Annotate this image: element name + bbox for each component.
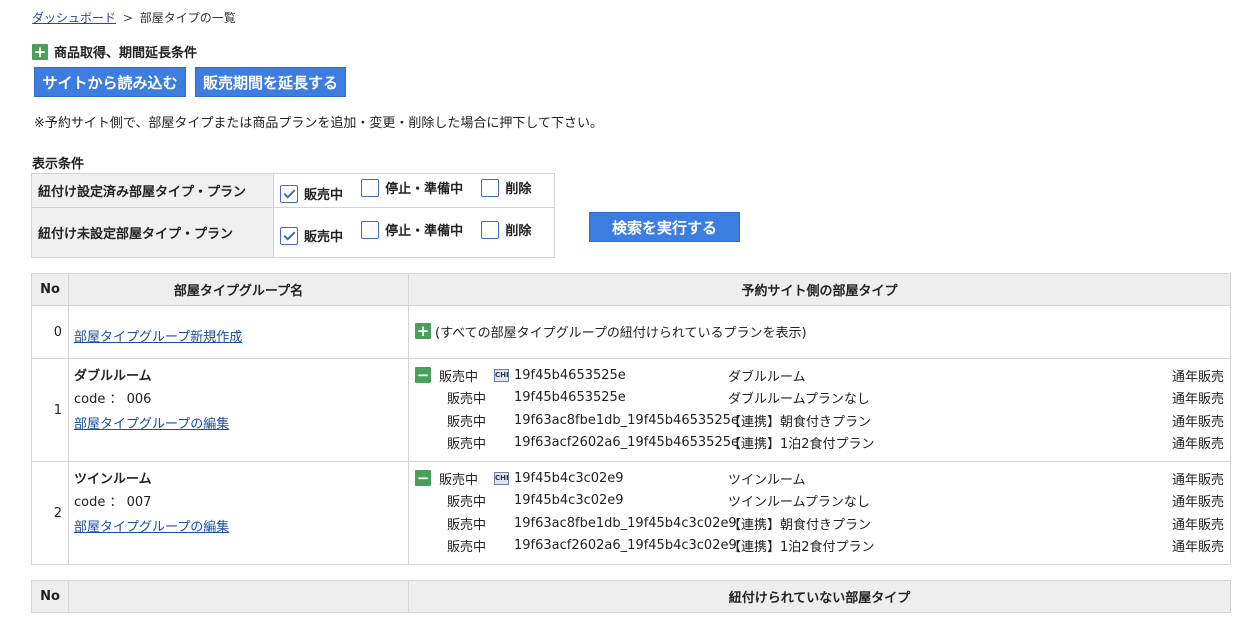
table-header-row: No 部屋タイプグループ名 予約サイト側の部屋タイプ xyxy=(31,273,1231,306)
checkbox-linked-stopped[interactable]: 停止・準備中 xyxy=(361,178,463,197)
plus-icon[interactable]: + xyxy=(415,323,431,339)
plan-row: 販売中 19f63acf2602a6_19f45b4c3c02e9 【連携】1泊… xyxy=(415,535,1230,558)
plan-status: 販売中 xyxy=(439,369,479,385)
row-no: 2 xyxy=(31,461,69,565)
checkbox-linked-deleted[interactable]: 削除 xyxy=(481,178,531,197)
header-no: No xyxy=(31,273,69,306)
group-name: ダブルルーム xyxy=(74,369,152,384)
plan-name: 【連携】1泊2食付プラン xyxy=(728,540,875,556)
checkbox-unchecked-icon[interactable] xyxy=(481,220,500,239)
unlinked-room-type-table: No 紐付けられていない部屋タイプ xyxy=(31,580,1231,613)
plan-status: 販売中 xyxy=(447,495,487,511)
plan-period: 通年販売 xyxy=(1171,540,1224,556)
plan-period: 通年販売 xyxy=(1171,517,1224,533)
minus-icon[interactable]: − xyxy=(415,367,431,384)
conditions-title: 表示条件 xyxy=(32,157,85,172)
table-row: 1 ダブルルーム code ： 006 部屋タイプグループの編集 − 販売中 C… xyxy=(31,358,1231,462)
condition-row-linked: 紐付け設定済み部屋タイプ・プラン 販売中 停止・準備中 削除 xyxy=(31,173,555,208)
plan-code: 19f63ac8fbe1db_19f45b4c3c02e9 xyxy=(514,515,737,531)
plan-code: 19f45b4c3c02e9 xyxy=(514,470,624,486)
show-all-plans-label: (すべての部屋タイプグループの紐付けられているプランを表示) xyxy=(435,325,807,341)
section-title[interactable]: + 商品取得、期間延長条件 xyxy=(32,42,197,61)
chi-badge-icon: CHI xyxy=(494,471,509,485)
plan-period: 通年販売 xyxy=(1171,495,1224,511)
checkbox-checked-icon[interactable] xyxy=(280,226,298,245)
plan-row: 販売中 19f63ac8fbe1db_19f45b4653525e 【連携】朝食… xyxy=(415,409,1230,432)
breadcrumb-separator: > xyxy=(122,11,133,25)
header-blank xyxy=(68,580,409,613)
table-header-row: No 紐付けられていない部屋タイプ xyxy=(31,580,1231,613)
plan-period: 通年販売 xyxy=(1171,392,1224,408)
section-title-label: 商品取得、期間延長条件 xyxy=(54,46,198,61)
plus-icon[interactable]: + xyxy=(32,43,48,60)
breadcrumb: ダッシュボード > 部屋タイプの一覧 xyxy=(32,9,236,26)
group-code: code ： 007 xyxy=(74,495,152,510)
plan-period: 通年販売 xyxy=(1171,437,1224,453)
plan-row: 販売中 19f63ac8fbe1db_19f45b4c3c02e9 【連携】朝食… xyxy=(415,512,1230,535)
plan-status: 販売中 xyxy=(447,437,487,453)
plan-code: 19f63acf2602a6_19f45b4c3c02e9 xyxy=(514,538,737,554)
edit-group-link[interactable]: 部屋タイプグループの編集 xyxy=(74,516,229,535)
plan-period: 通年販売 xyxy=(1171,414,1224,430)
chi-badge-icon: CHI xyxy=(494,368,509,382)
create-room-group-link[interactable]: 部屋タイプグループ新規作成 xyxy=(74,326,242,345)
read-from-site-button[interactable]: サイトから読み込む xyxy=(34,67,186,97)
plan-row: 販売中 19f63acf2602a6_19f45b4653525e 【連携】1泊… xyxy=(415,432,1230,455)
condition-label: 紐付け未設定部屋タイプ・プラン xyxy=(31,207,274,258)
breadcrumb-dashboard-link[interactable]: ダッシュボード xyxy=(32,11,116,25)
plan-name: ツインルーム xyxy=(728,472,806,488)
checkbox-unlinked-on-sale[interactable]: 販売中 xyxy=(280,226,343,245)
group-code: code ： 006 xyxy=(74,392,152,407)
conditions-table: 紐付け設定済み部屋タイプ・プラン 販売中 停止・準備中 削除 紐付け未設定部屋タ… xyxy=(31,173,555,258)
row-no: 1 xyxy=(31,358,69,462)
plan-name: 【連携】朝食付きプラン xyxy=(728,517,872,533)
plan-row: − 販売中 CHI 19f45b4653525e ダブルルーム 通年販売 xyxy=(415,364,1230,387)
plan-code: 19f63ac8fbe1db_19f45b4653525e xyxy=(514,412,739,428)
plan-row: 販売中 19f45b4c3c02e9 ツインルームプランなし 通年販売 xyxy=(415,490,1230,513)
checkbox-checked-icon[interactable] xyxy=(280,184,298,203)
table-row: 0 部屋タイプグループ新規作成 + (すべての部屋タイプグループの紐付けられてい… xyxy=(31,305,1231,359)
header-no: No xyxy=(31,580,69,613)
plan-period: 通年販売 xyxy=(1171,369,1224,385)
header-site-room-type: 予約サイト側の部屋タイプ xyxy=(408,273,1231,306)
table-row: 2 ツインルーム code ： 007 部屋タイプグループの編集 − 販売中 C… xyxy=(31,461,1231,565)
header-group-name: 部屋タイプグループ名 xyxy=(68,273,409,306)
instruction-note: ※予約サイト側で、部屋タイプまたは商品プランを追加・変更・削除した場合に押下して… xyxy=(34,116,603,131)
edit-group-link[interactable]: 部屋タイプグループの編集 xyxy=(74,413,229,432)
plan-status: 販売中 xyxy=(447,414,487,430)
plan-row: − 販売中 CHI 19f45b4c3c02e9 ツインルーム 通年販売 xyxy=(415,467,1230,490)
plan-code: 19f63acf2602a6_19f45b4653525e xyxy=(514,435,739,451)
plan-status: 販売中 xyxy=(447,392,487,408)
checkbox-unlinked-stopped[interactable]: 停止・準備中 xyxy=(361,220,463,239)
plan-code: 19f45b4653525e xyxy=(514,390,626,406)
plan-status: 販売中 xyxy=(447,540,487,556)
plan-name: 【連携】1泊2食付プラン xyxy=(728,437,875,453)
row-no: 0 xyxy=(31,305,69,359)
plan-name: 【連携】朝食付きプラン xyxy=(728,414,872,430)
plan-name: ダブルルーム xyxy=(728,369,806,385)
extend-sales-period-button[interactable]: 販売期間を延長する xyxy=(195,67,346,97)
show-all-plans[interactable]: + (すべての部屋タイプグループの紐付けられているプランを表示) xyxy=(415,322,1230,341)
minus-icon[interactable]: − xyxy=(415,470,431,487)
search-button[interactable]: 検索を実行する xyxy=(589,212,740,242)
breadcrumb-current: 部屋タイプの一覧 xyxy=(139,11,236,25)
plan-code: 19f45b4653525e xyxy=(514,367,626,383)
condition-label: 紐付け設定済み部屋タイプ・プラン xyxy=(31,173,274,208)
plan-status: 販売中 xyxy=(439,472,479,488)
plan-period: 通年販売 xyxy=(1171,472,1224,488)
plan-status: 販売中 xyxy=(447,517,487,533)
plan-code: 19f45b4c3c02e9 xyxy=(514,493,624,509)
group-name: ツインルーム xyxy=(74,472,152,487)
plan-name: ダブルルームプランなし xyxy=(728,392,870,408)
checkbox-unchecked-icon[interactable] xyxy=(361,220,380,239)
header-unlinked-room-type: 紐付けられていない部屋タイプ xyxy=(408,580,1231,613)
room-type-table: No 部屋タイプグループ名 予約サイト側の部屋タイプ 0 部屋タイプグループ新規… xyxy=(31,273,1231,565)
plan-name: ツインルームプランなし xyxy=(728,495,870,511)
checkbox-unchecked-icon[interactable] xyxy=(361,178,380,197)
checkbox-unchecked-icon[interactable] xyxy=(481,178,500,197)
plan-row: 販売中 19f45b4653525e ダブルルームプランなし 通年販売 xyxy=(415,387,1230,410)
checkbox-linked-on-sale[interactable]: 販売中 xyxy=(280,184,343,203)
condition-row-unlinked: 紐付け未設定部屋タイプ・プラン 販売中 停止・準備中 削除 xyxy=(31,207,555,258)
checkbox-unlinked-deleted[interactable]: 削除 xyxy=(481,220,531,239)
